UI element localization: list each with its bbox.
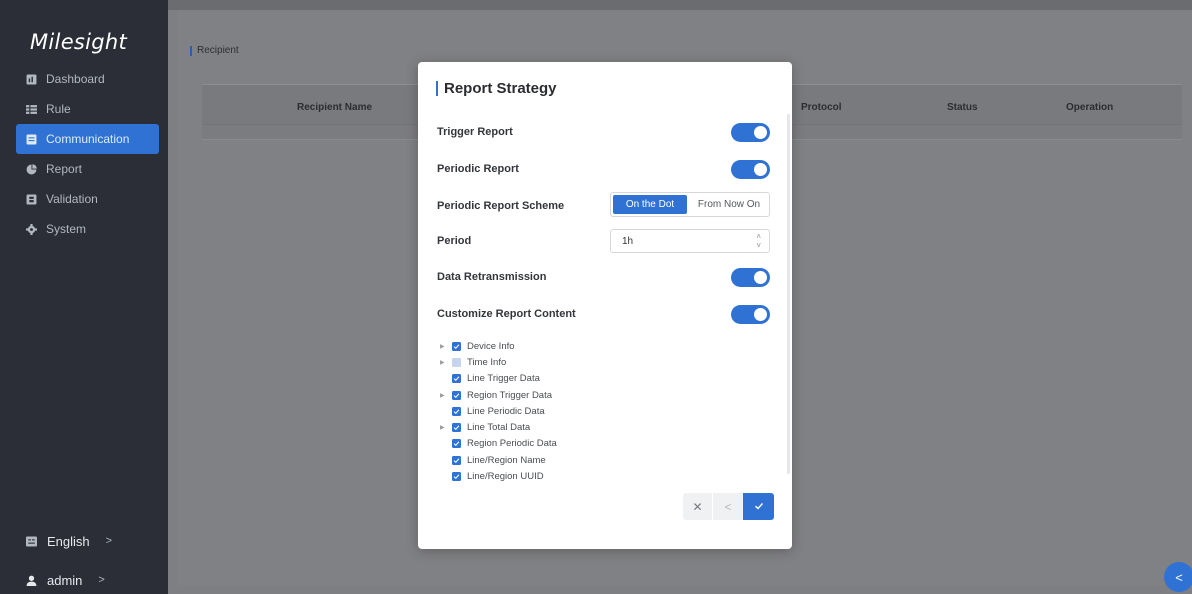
- validation-icon: [26, 194, 37, 205]
- user-icon: [26, 575, 37, 586]
- trigger-report-toggle[interactable]: [731, 123, 770, 142]
- pie-chart-icon: [26, 163, 37, 175]
- expand-arrow-icon[interactable]: ▶: [440, 392, 452, 399]
- communication-icon: [26, 134, 37, 145]
- periodic-report-toggle[interactable]: [731, 160, 770, 179]
- content-item-label: Line/Region Name: [467, 454, 546, 466]
- chevron-left-icon: <: [1175, 569, 1183, 585]
- period-value: 1h: [622, 235, 634, 247]
- user-menu[interactable]: admin >: [26, 570, 105, 590]
- report-content-tree: ▶ Device Info ▶ Time Info Line Trigger Data ▶…: [440, 338, 557, 485]
- top-bar: [168, 0, 1192, 10]
- dashboard-icon: [26, 74, 37, 85]
- scheme-option-from-now-on[interactable]: From Now On: [689, 193, 769, 216]
- period-stepper[interactable]: 1h ˄ ˅: [610, 229, 770, 253]
- data-retransmission-toggle[interactable]: [731, 268, 770, 287]
- customize-report-content-toggle[interactable]: [731, 305, 770, 324]
- content-item-label: Line Periodic Data: [467, 405, 545, 417]
- user-label: admin: [47, 572, 83, 588]
- dialog-actions: ✕ <: [683, 493, 774, 520]
- content-item[interactable]: ▶ Region Trigger Data: [440, 387, 557, 403]
- content-item[interactable]: Line Trigger Data: [440, 371, 557, 387]
- checkbox-icon[interactable]: [452, 423, 461, 433]
- customize-report-content-label: Customize Report Content: [437, 308, 576, 320]
- scheme-option-on-the-dot[interactable]: On the Dot: [613, 195, 687, 214]
- content-item[interactable]: ▶ Device Info: [440, 338, 557, 354]
- content-item-label: Region Periodic Data: [467, 438, 557, 450]
- checkbox-icon[interactable]: [452, 374, 461, 384]
- column-header: Operation: [1066, 102, 1114, 113]
- checkbox-icon[interactable]: [452, 472, 461, 482]
- trigger-report-label: Trigger Report: [437, 126, 513, 138]
- content-item-label: Line Total Data: [467, 422, 531, 434]
- rule-icon: [26, 104, 37, 115]
- content-item-label: Device Info: [467, 340, 515, 352]
- column-header: Status: [947, 102, 978, 113]
- close-button[interactable]: ✕: [683, 493, 713, 520]
- toggle-knob: [754, 308, 767, 321]
- content-item[interactable]: Line/Region UUID: [440, 468, 557, 484]
- expand-arrow-icon[interactable]: ▶: [440, 424, 452, 431]
- checkbox-icon[interactable]: [452, 455, 461, 465]
- sidebar-item-label: Communication: [46, 132, 130, 146]
- data-retransmission-label: Data Retransmission: [437, 271, 547, 283]
- brand-logo: Milesight: [30, 30, 128, 54]
- sidebar-item-dashboard[interactable]: Dashboard: [16, 64, 159, 94]
- sidebar-item-report[interactable]: Report: [16, 154, 159, 184]
- sidebar-item-validation[interactable]: Validation: [16, 184, 159, 214]
- chevron-right-icon: >: [105, 535, 113, 547]
- previous-button[interactable]: <: [713, 493, 743, 520]
- content-item[interactable]: Region Periodic Data: [440, 436, 557, 452]
- confirm-button[interactable]: [743, 493, 774, 520]
- checkbox-icon[interactable]: [452, 406, 461, 416]
- dialog-title: Report Strategy: [436, 81, 557, 96]
- content-item-label: Time Info: [467, 356, 507, 368]
- periodic-report-scheme-selector: On the Dot From Now On: [610, 192, 770, 217]
- periodic-report-label: Periodic Report: [437, 163, 519, 175]
- gear-icon: [26, 223, 37, 235]
- sidebar-nav: Dashboard Rule Communication Report Vali…: [0, 64, 168, 244]
- toggle-knob: [754, 163, 767, 176]
- chevron-left-icon: <: [724, 499, 732, 514]
- close-icon: ✕: [692, 499, 703, 514]
- sidebar-item-label: Rule: [46, 102, 71, 116]
- sidebar-item-rule[interactable]: Rule: [16, 94, 159, 124]
- content-item[interactable]: ▶ Line Total Data: [440, 419, 557, 435]
- collapse-panel-button[interactable]: <: [1164, 562, 1192, 592]
- sidebar-item-label: Validation: [46, 192, 98, 206]
- periodic-report-scheme-label: Periodic Report Scheme: [437, 200, 565, 212]
- checkbox-icon[interactable]: [452, 439, 461, 449]
- sidebar-item-label: Dashboard: [46, 72, 105, 86]
- content-item[interactable]: Line/Region Name: [440, 452, 557, 468]
- content-item[interactable]: Line Periodic Data: [440, 403, 557, 419]
- report-strategy-dialog: Report Strategy Trigger Report Periodic …: [418, 62, 792, 549]
- content-item-label: Region Trigger Data: [467, 389, 553, 401]
- breadcrumb: Recipient: [190, 46, 239, 56]
- sidebar-item-communication[interactable]: Communication: [16, 124, 159, 154]
- language-icon: [26, 536, 37, 547]
- column-header: Recipient Name: [297, 102, 373, 113]
- sidebar-item-label: System: [46, 222, 87, 236]
- sidebar: Milesight Dashboard Rule Communication R…: [0, 0, 168, 594]
- chevron-right-icon: >: [98, 574, 105, 586]
- language-switcher[interactable]: English >: [26, 531, 112, 551]
- column-header: Protocol: [801, 102, 842, 113]
- toggle-knob: [754, 126, 767, 139]
- dialog-scrollbar[interactable]: [787, 114, 790, 474]
- period-label: Period: [437, 235, 472, 247]
- stepper-arrows-icon[interactable]: ˄ ˅: [756, 232, 761, 250]
- toggle-knob: [754, 271, 767, 284]
- expand-arrow-icon[interactable]: ▶: [440, 359, 452, 366]
- language-label: English: [47, 533, 90, 549]
- checkbox-icon[interactable]: [452, 341, 461, 351]
- expand-arrow-icon[interactable]: ▶: [440, 343, 452, 350]
- content-item-label: Line/Region UUID: [467, 471, 544, 483]
- checkbox-icon[interactable]: [452, 390, 461, 400]
- checkbox-icon[interactable]: [452, 357, 461, 367]
- content-item[interactable]: ▶ Time Info: [440, 354, 557, 370]
- check-icon: [754, 500, 764, 514]
- sidebar-item-label: Report: [46, 162, 83, 176]
- content-item-label: Line Trigger Data: [467, 373, 540, 385]
- sidebar-item-system[interactable]: System: [16, 214, 159, 244]
